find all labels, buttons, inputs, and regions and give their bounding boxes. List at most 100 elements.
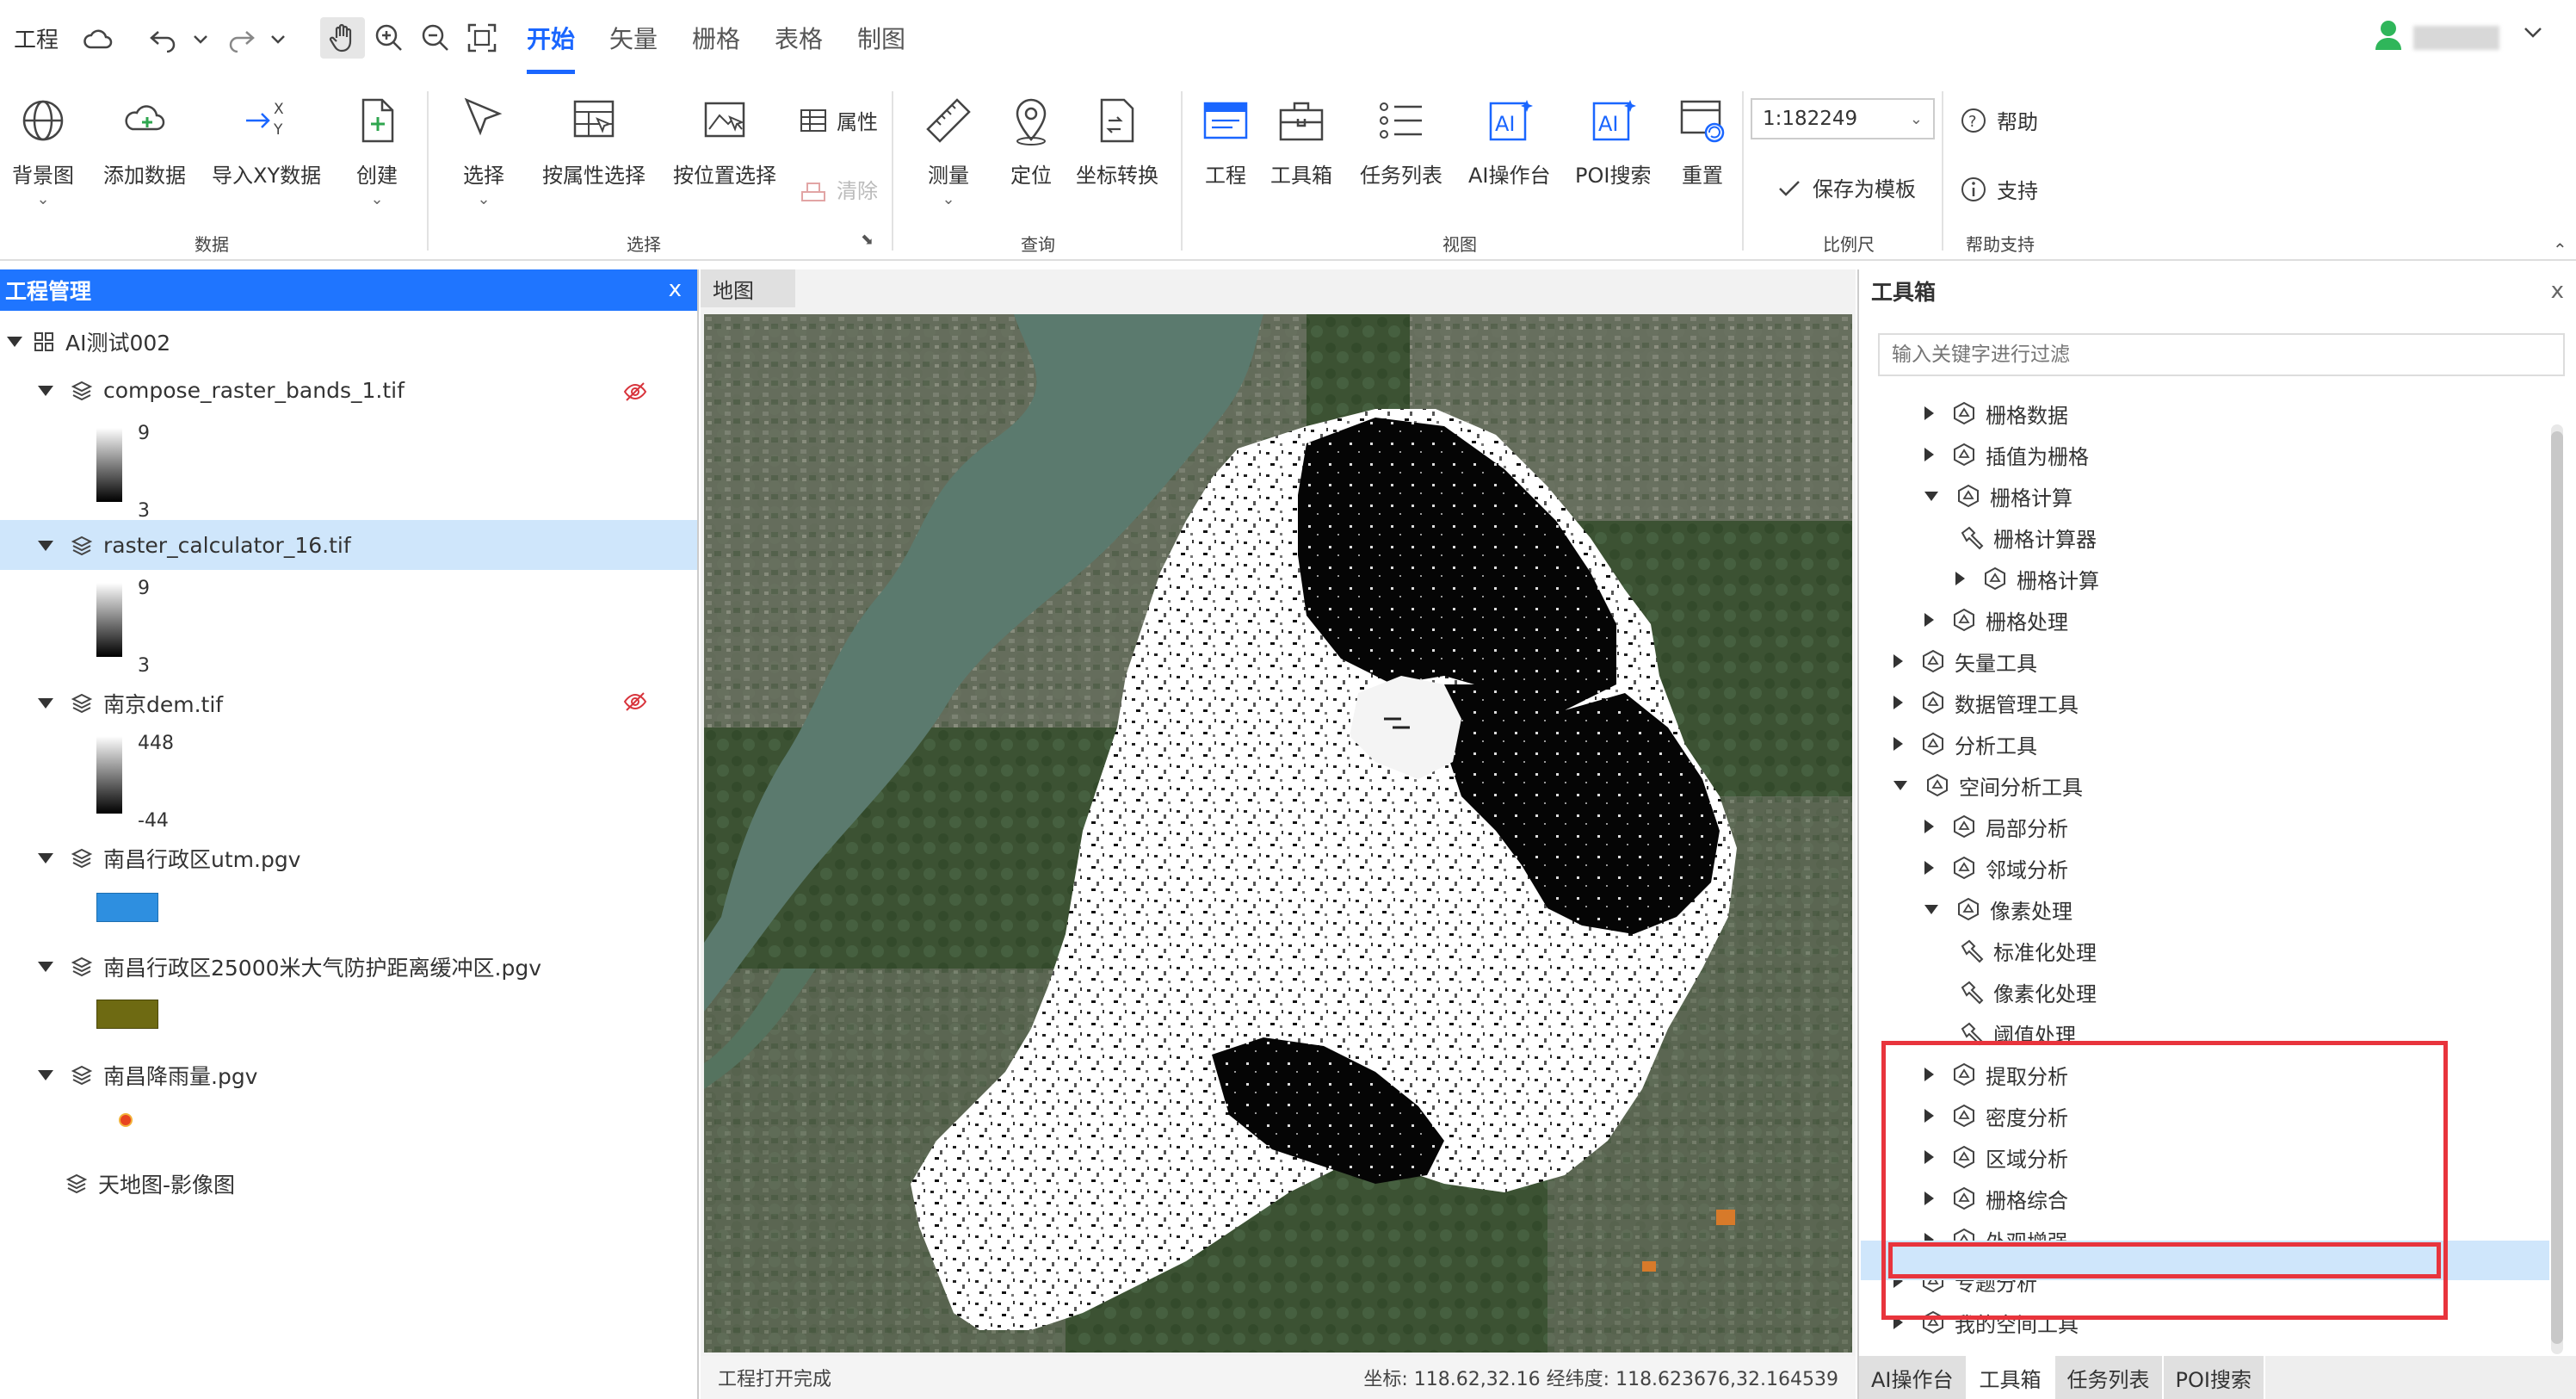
cloud-icon[interactable]	[83, 14, 114, 65]
layer-node[interactable]: raster_calculator_16.tif	[38, 533, 351, 558]
select-button[interactable]: 选择 ⌄	[458, 95, 510, 208]
locate-button[interactable]: 定位	[1005, 95, 1057, 189]
select-by-location-button[interactable]: 按位置选择	[673, 95, 776, 189]
pan-hand-icon[interactable]	[320, 17, 365, 59]
expand-toggle-icon[interactable]	[1924, 613, 1934, 627]
import-xy-button[interactable]: XY 导入XY数据	[212, 95, 321, 189]
toolbox-tree-item[interactable]: 像素化处理	[1955, 973, 2097, 1011]
select-by-attribute-button[interactable]: 按属性选择	[542, 95, 646, 189]
toolbox-scrollbar[interactable]	[2551, 424, 2563, 1354]
expand-toggle-icon[interactable]	[1924, 406, 1934, 420]
tab-raster[interactable]: 栅格	[692, 0, 740, 76]
collapse-toggle-icon[interactable]	[1893, 780, 1907, 790]
measure-button[interactable]: 测量 ⌄	[923, 95, 974, 208]
tab-task-list[interactable]: 任务列表	[2054, 1356, 2164, 1399]
tab-start[interactable]: 开始	[527, 0, 576, 76]
toolbox-tree-item[interactable]: 栅格数据	[1924, 394, 2068, 432]
toolset-hexagon-icon	[1954, 401, 1974, 425]
toolbox-tree-item[interactable]: 标准化处理	[1955, 932, 2097, 969]
tab-poi-search[interactable]: POI搜索	[2163, 1356, 2265, 1399]
help-button[interactable]: ? 帮助	[1959, 105, 2038, 135]
coordinate-convert-button[interactable]: 坐标转换	[1076, 95, 1158, 189]
toolbox-tree-item[interactable]: 插值为栅格	[1924, 436, 2089, 474]
ai-workbench-button[interactable]: AI AI操作台	[1468, 95, 1551, 189]
tab-cartography[interactable]: 制图	[857, 0, 905, 76]
toolbox-tree-item[interactable]: 栅格计算器	[1955, 518, 2097, 556]
layer-node[interactable]: compose_raster_bands_1.tif	[38, 378, 405, 403]
expand-toggle-icon[interactable]	[38, 540, 53, 551]
toolbox-tree-item[interactable]: 栅格计算	[1924, 477, 2073, 515]
tab-toolbox[interactable]: 工具箱	[1967, 1356, 2055, 1399]
tab-ai-workbench[interactable]: AI操作台	[1859, 1356, 1968, 1399]
close-icon[interactable]: x	[2551, 278, 2564, 304]
project-root-node[interactable]: AI测试002	[7, 326, 170, 357]
visibility-off-icon[interactable]	[623, 691, 647, 715]
clear-button[interactable]: 清除	[799, 174, 878, 204]
layer-node[interactable]: 南昌行政区utm.pgv	[38, 843, 300, 874]
layer-node[interactable]: 南昌行政区25000米大气防护距离缓冲区.pgv	[38, 951, 541, 982]
task-list-button[interactable]: 任务列表	[1360, 95, 1442, 189]
layer-node[interactable]: 天地图-影像图	[65, 1168, 235, 1199]
toolbox-tree-item[interactable]: 栅格计算	[1955, 560, 2099, 597]
collapse-ribbon-icon[interactable]: ⌃	[2553, 239, 2567, 260]
expand-toggle-icon[interactable]	[1893, 696, 1903, 709]
expand-toggle-icon[interactable]	[1955, 572, 1965, 585]
expand-toggle-icon[interactable]	[7, 337, 22, 347]
scrollbar-thumb[interactable]	[2551, 431, 2563, 1344]
project-menu[interactable]: 工程	[14, 12, 59, 64]
attribute-button[interactable]: 属性	[799, 105, 878, 135]
expand-toggle-icon[interactable]	[1893, 654, 1903, 668]
dialog-launcher-icon[interactable]: ⬊	[861, 231, 874, 249]
chevron-down-icon[interactable]	[269, 14, 287, 65]
support-button[interactable]: 支持	[1959, 174, 2038, 204]
tab-table[interactable]: 表格	[775, 0, 823, 76]
toolbox-tree-item[interactable]: 像素处理	[1924, 890, 2073, 928]
toolbox-view-button[interactable]: 工具箱	[1270, 95, 1332, 189]
expand-toggle-icon[interactable]	[1893, 737, 1903, 751]
expand-toggle-icon[interactable]	[1924, 448, 1934, 461]
zoom-in-icon[interactable]	[374, 12, 405, 64]
layer-node[interactable]: 南京dem.tif	[38, 688, 223, 719]
user-avatar-icon[interactable]	[2374, 19, 2403, 58]
expand-toggle-icon[interactable]	[1924, 861, 1934, 875]
toolbox-tree-item[interactable]: 局部分析	[1924, 808, 2068, 845]
toolbox-filter-input[interactable]	[1878, 333, 2565, 376]
full-extent-icon[interactable]	[466, 12, 497, 64]
save-template-button[interactable]: 保存为模板	[1775, 172, 1916, 202]
visibility-off-icon[interactable]	[623, 381, 647, 405]
map-tab[interactable]: 地图	[701, 269, 795, 307]
basemap-button[interactable]: 背景图 ⌄	[12, 95, 74, 208]
poi-search-button[interactable]: AI POI搜索	[1575, 95, 1651, 189]
expand-toggle-icon[interactable]	[38, 698, 53, 709]
toolbox-tree-item[interactable]: 分析工具	[1893, 725, 2037, 763]
add-data-button[interactable]: 添加数据	[103, 95, 186, 189]
toolbox-tree-item[interactable]: 栅格处理	[1924, 601, 2068, 639]
group-label-scale: 比例尺	[1823, 234, 1875, 255]
undo-icon[interactable]	[148, 14, 179, 65]
map-canvas[interactable]	[704, 314, 1852, 1353]
project-view-button[interactable]: 工程	[1200, 95, 1251, 189]
layers-icon	[71, 693, 93, 714]
chevron-down-icon[interactable]	[2522, 19, 2544, 51]
collapse-toggle-icon[interactable]	[1924, 904, 1938, 914]
expand-toggle-icon[interactable]	[38, 1070, 53, 1080]
toolbox-tree-item[interactable]: 数据管理工具	[1893, 684, 2079, 721]
toolbox-tree-item[interactable]: 邻域分析	[1924, 849, 2068, 887]
scale-select[interactable]: 1:182249 ⌄	[1751, 98, 1935, 139]
collapse-toggle-icon[interactable]	[1924, 491, 1938, 501]
layer-node[interactable]: 南昌降雨量.pgv	[38, 1060, 257, 1091]
expand-toggle-icon[interactable]	[38, 385, 53, 396]
chevron-down-icon[interactable]	[191, 14, 210, 65]
toolbox-tree-item[interactable]: 空间分析工具	[1893, 766, 2083, 804]
close-icon[interactable]: x	[669, 276, 682, 302]
expand-toggle-icon[interactable]	[38, 853, 53, 864]
create-button[interactable]: 创建 ⌄	[351, 95, 403, 208]
expand-toggle-icon[interactable]	[38, 962, 53, 972]
tab-vector[interactable]: 矢量	[609, 0, 658, 76]
redo-icon[interactable]	[225, 14, 256, 65]
toolbox-tree-item[interactable]: 矢量工具	[1893, 642, 2037, 680]
project-grid-icon	[34, 332, 53, 351]
zoom-out-icon[interactable]	[420, 12, 451, 64]
expand-toggle-icon[interactable]	[1924, 820, 1934, 833]
reset-button[interactable]: 重置	[1677, 95, 1728, 189]
